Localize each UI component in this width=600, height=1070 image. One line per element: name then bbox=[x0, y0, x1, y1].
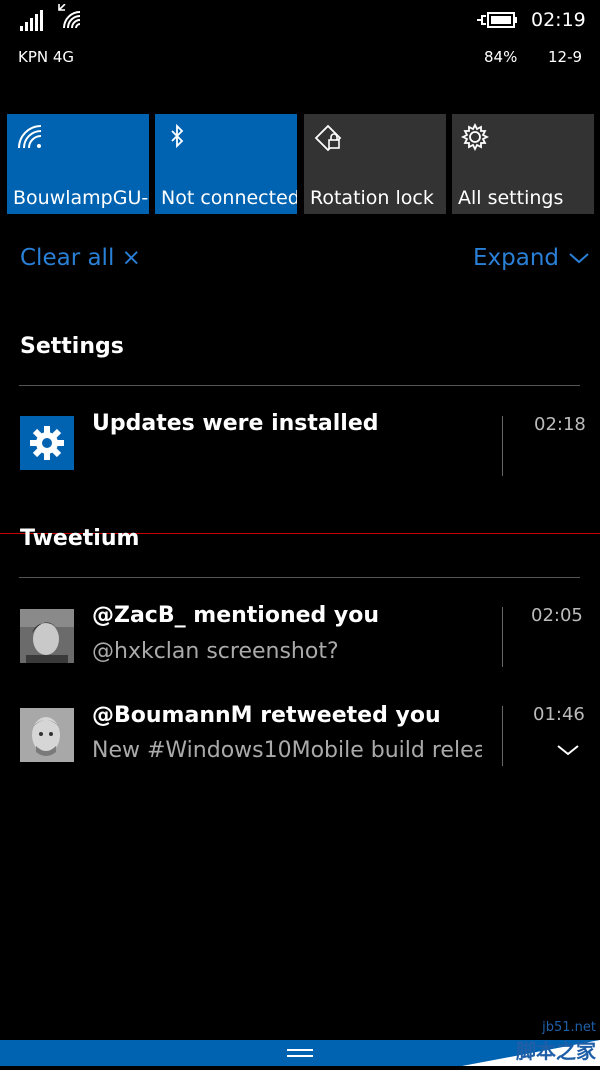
quick-action-label: All settings bbox=[458, 187, 564, 209]
close-icon: × bbox=[121, 245, 141, 271]
group-divider bbox=[19, 577, 580, 578]
rotation-lock-icon bbox=[312, 122, 342, 152]
notification-body: @hxkclan screenshot? bbox=[92, 639, 339, 664]
notification-title: @BoumannM retweeted you bbox=[92, 703, 441, 728]
notification-mention[interactable]: @ZacB_ mentioned you @hxkclan screenshot… bbox=[0, 595, 600, 675]
watermark: jb51.net 脚本之家 bbox=[516, 1020, 596, 1064]
handle-grip-icon bbox=[287, 1040, 600, 1066]
status-clock: 02:19 bbox=[531, 9, 586, 31]
battery-percent: 84% bbox=[484, 48, 518, 66]
notification-time: 01:46 bbox=[533, 704, 585, 725]
clear-all-button[interactable]: Clear all × bbox=[20, 245, 141, 271]
notification-separator bbox=[502, 416, 503, 476]
watermark-name: 脚本之家 bbox=[516, 1039, 596, 1063]
carrier-label: KPN 4G bbox=[18, 48, 75, 66]
clear-all-label: Clear all bbox=[20, 245, 115, 271]
chevron-down-icon bbox=[569, 253, 589, 264]
avatar bbox=[20, 708, 74, 762]
quick-action-bluetooth[interactable]: Not connected bbox=[155, 114, 297, 214]
expand-label: Expand bbox=[473, 245, 560, 271]
notification-separator bbox=[502, 607, 503, 667]
notification-title: @ZacB_ mentioned you bbox=[92, 603, 380, 628]
chevron-down-icon bbox=[557, 745, 579, 756]
group-divider bbox=[19, 385, 580, 386]
expand-button[interactable]: Expand bbox=[473, 245, 590, 271]
notification-body: New #Windows10Mobile build relea bbox=[92, 738, 482, 763]
avatar bbox=[20, 609, 74, 663]
notification-expand-button[interactable] bbox=[556, 742, 580, 761]
watermark-site: jb51.net bbox=[542, 1020, 596, 1035]
notification-time: 02:18 bbox=[534, 414, 586, 435]
notification-retweet[interactable]: @BoumannM retweeted you New #Windows10Mo… bbox=[0, 694, 600, 774]
group-title-tweetium: Tweetium bbox=[20, 526, 140, 551]
notification-time: 02:05 bbox=[531, 605, 583, 626]
notification-separator bbox=[502, 706, 503, 766]
gear-icon bbox=[460, 122, 490, 152]
bluetooth-icon bbox=[163, 122, 193, 152]
quick-action-all-settings[interactable]: All settings bbox=[452, 114, 594, 214]
notification-title: Updates were installed bbox=[92, 411, 379, 436]
quick-action-label: Not connected bbox=[161, 187, 297, 209]
wifi-status-icon bbox=[56, 3, 86, 36]
status-date: 12-9 bbox=[548, 48, 583, 66]
notification-updates[interactable]: Updates were installed 02:18 bbox=[0, 400, 600, 480]
quick-action-label: Rotation lock bbox=[310, 187, 434, 209]
gear-icon bbox=[20, 416, 74, 470]
wifi-icon bbox=[15, 122, 45, 152]
action-center-handle[interactable] bbox=[0, 1040, 600, 1066]
quick-action-wifi[interactable]: BouwlampGU-2 bbox=[7, 114, 149, 214]
battery-charging-icon bbox=[476, 8, 520, 36]
quick-action-label: BouwlampGU-2 bbox=[13, 187, 149, 209]
group-title-settings: Settings bbox=[20, 334, 124, 359]
quick-action-rotation-lock[interactable]: Rotation lock bbox=[304, 114, 446, 214]
